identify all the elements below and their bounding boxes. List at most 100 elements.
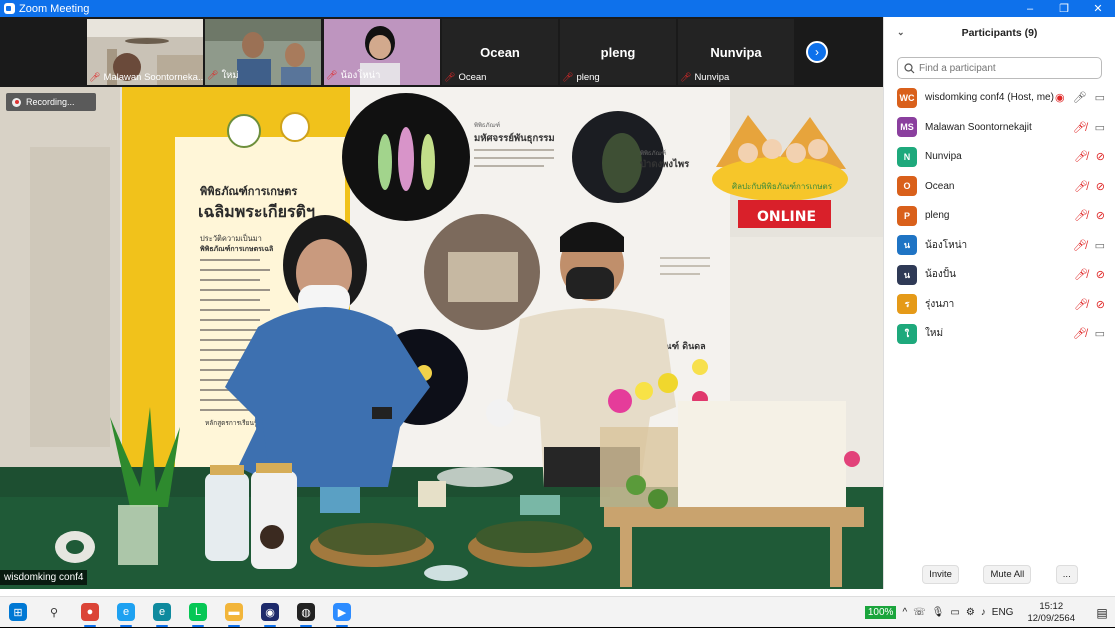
more-button[interactable]: ... bbox=[1055, 564, 1078, 584]
edge-icon[interactable]: e bbox=[144, 597, 180, 628]
camera-off-icon[interactable]: ⊘ bbox=[1096, 298, 1105, 311]
camera-icon[interactable]: ▭ bbox=[1095, 91, 1105, 104]
avatar: WC bbox=[897, 87, 917, 108]
participant-row[interactable]: Ppleng 🎤︎̸ ⊘ bbox=[884, 201, 1115, 231]
camera-off-icon[interactable]: ⊘ bbox=[1096, 268, 1105, 281]
chrome-icon[interactable]: ● bbox=[72, 597, 108, 628]
camera-icon[interactable]: ▭ bbox=[1095, 121, 1105, 134]
avatar: น bbox=[897, 264, 917, 285]
mic-muted-icon[interactable]: 🎤︎̸ bbox=[1074, 150, 1088, 163]
mic-muted-icon[interactable]: 🎤︎̸ bbox=[1073, 239, 1087, 252]
scene-illustration: พิพิธภัณฑ์การเกษตร เฉลิมพระเกียรติฯ ประว… bbox=[0, 87, 883, 589]
avatar: ใ bbox=[897, 323, 917, 344]
notifications-icon[interactable]: ▤ bbox=[1089, 606, 1115, 620]
mute-all-button[interactable]: Mute All bbox=[983, 564, 1032, 584]
language-indicator[interactable]: ENG bbox=[992, 607, 1014, 618]
search-icon[interactable]: ⚲ bbox=[36, 597, 72, 628]
battery-icon[interactable]: ▭ bbox=[950, 607, 959, 618]
next-page-arrow-icon[interactable]: › bbox=[806, 41, 828, 63]
museum-title-2: เฉลิมพระเกียรติฯ bbox=[198, 202, 315, 221]
windows-start-icon[interactable]: ⊞ bbox=[0, 597, 36, 628]
participant-tile[interactable]: 🎤︎ Malawan Soontorneka... bbox=[87, 19, 203, 85]
camera-icon[interactable]: ▭ bbox=[1095, 327, 1105, 340]
mic-off-icon: 🎤︎ bbox=[562, 72, 574, 82]
participant-name: wisdomking conf4 (Host, me) bbox=[925, 92, 1054, 104]
window-title: Zoom Meeting bbox=[19, 2, 90, 15]
participants-title: Participants (9) bbox=[961, 27, 1038, 39]
mic-muted-icon[interactable]: 🎤︎̸ bbox=[1073, 121, 1087, 134]
close-button[interactable]: ✕ bbox=[1081, 2, 1115, 15]
line-glyph: L bbox=[189, 603, 207, 621]
obs-icon[interactable]: ◍ bbox=[288, 597, 324, 628]
avatar: N bbox=[897, 146, 917, 167]
participant-name: รุ่งนภา bbox=[925, 298, 955, 310]
participant-row[interactable]: N Nunvipa 🎤︎̸ ⊘ bbox=[884, 142, 1115, 172]
zoom-icon[interactable]: ▶ bbox=[324, 597, 360, 628]
chrome-glyph: ● bbox=[81, 603, 99, 621]
zoom-logo-icon bbox=[4, 3, 15, 14]
recording-indicator[interactable]: Recording... bbox=[6, 93, 96, 111]
search-icon bbox=[904, 62, 915, 73]
participant-row[interactable]: ใ ใหม่ 🎤︎̸ ▭ bbox=[884, 319, 1115, 349]
museum-title-1: พิพิธภัณฑ์การเกษตร bbox=[200, 185, 297, 198]
file-explorer-glyph: ▬ bbox=[225, 603, 243, 621]
file-explorer-icon[interactable]: ▬ bbox=[216, 597, 252, 628]
participant-row[interactable]: WC wisdomking conf4 (Host, me) ◉ 🎤︎ ▭ bbox=[884, 83, 1115, 113]
mic-muted-icon[interactable]: 🎤︎̸ bbox=[1074, 268, 1088, 281]
participant-status-icons: 🎤︎̸ ⊘ bbox=[1074, 180, 1105, 193]
battery-indicator[interactable]: 100% bbox=[864, 606, 897, 619]
show-hidden-icons-icon[interactable]: ^ bbox=[902, 607, 907, 618]
participant-tile[interactable]: pleng 🎤︎ pleng bbox=[560, 19, 676, 85]
mic-icon[interactable]: 🎤︎ bbox=[1073, 91, 1087, 104]
participant-row[interactable]: น น้องปั้น 🎤︎̸ ⊘ bbox=[884, 260, 1115, 290]
collapse-chevron-icon[interactable]: ⌄ bbox=[897, 27, 905, 38]
clock[interactable]: 15:12 12/09/2564 bbox=[1027, 601, 1075, 625]
camera-icon[interactable]: ▭ bbox=[1095, 239, 1105, 252]
participant-row[interactable]: น น้องโหน่า 🎤︎̸ ▭ bbox=[884, 231, 1115, 261]
tile-display-name: Ocean bbox=[480, 45, 520, 60]
edge-glyph: e bbox=[153, 603, 171, 621]
panel-heading-2b: ป่าดงพงไพร bbox=[640, 158, 690, 170]
zoom-alt-glyph: ◉ bbox=[261, 603, 279, 621]
maximize-button[interactable]: ❐ bbox=[1047, 2, 1081, 15]
participant-tile[interactable]: Nunvipa 🎤︎ Nunvipa bbox=[678, 19, 794, 85]
mic-off-icon: 🎤︎ bbox=[89, 72, 101, 82]
participant-name: Ocean bbox=[925, 180, 955, 192]
mic-muted-icon[interactable]: 🎤︎̸ bbox=[1074, 209, 1088, 222]
mic-muted-icon[interactable]: 🎤︎̸ bbox=[1074, 180, 1088, 193]
participant-tile[interactable]: 🎤︎ น้องโหน่า bbox=[324, 19, 440, 85]
mic-off-icon: 🎤︎ bbox=[444, 72, 456, 82]
volume-icon[interactable]: ♪ bbox=[981, 607, 986, 618]
phone-icon[interactable]: ☏ bbox=[913, 607, 926, 618]
participant-row[interactable]: MS Malawan Soontornekajit 🎤︎̸ ▭ bbox=[884, 113, 1115, 143]
ie-icon[interactable]: e bbox=[108, 597, 144, 628]
participant-tile[interactable]: Ocean 🎤︎ Ocean bbox=[442, 19, 558, 85]
mic-muted-icon[interactable]: 🎤︎̸ bbox=[1074, 298, 1088, 311]
camera-off-icon[interactable]: ⊘ bbox=[1096, 180, 1105, 193]
minimize-button[interactable]: – bbox=[1013, 3, 1047, 15]
microphone-icon[interactable]: 🎙 bbox=[932, 607, 945, 618]
zoom-alt-icon[interactable]: ◉ bbox=[252, 597, 288, 628]
participant-row[interactable]: O Ocean 🎤︎̸ ⊘ bbox=[884, 172, 1115, 202]
network-icon[interactable]: ⚙ bbox=[966, 607, 975, 618]
active-speaker-name: wisdomking conf4 bbox=[0, 570, 88, 585]
mic-muted-icon[interactable]: 🎤︎̸ bbox=[1073, 327, 1087, 340]
participant-row[interactable]: ร รุ่งนภา 🎤︎̸ ⊘ bbox=[884, 290, 1115, 320]
camera-off-icon[interactable]: ⊘ bbox=[1096, 150, 1105, 163]
panel-heading-2: พิพิธภัณฑ์ bbox=[640, 149, 666, 157]
search-glyph: ⚲ bbox=[49, 606, 59, 619]
line-icon[interactable]: L bbox=[180, 597, 216, 628]
panel-heading-1b: มหัศจรรย์พันธุกรรม bbox=[474, 132, 555, 144]
participant-name: ใหม่ bbox=[925, 328, 944, 340]
video-area: 🎤︎ Malawan Soontorneka... 🎤︎ ใหม่ 🎤︎ น้อ… bbox=[0, 17, 883, 589]
participant-search-input[interactable] bbox=[919, 62, 1089, 74]
windows-taskbar: ⊞ ⚲ ● e e L ▬ ◉ ◍ ▶ 100% ^ ☏ 🎙 ▭ ⚙ ♪ ENG 15:12 12… bbox=[0, 596, 1115, 627]
tile-name: Malawan Soontorneka... bbox=[103, 72, 203, 83]
participant-status-icons: 🎤︎̸ ▭ bbox=[1073, 327, 1105, 340]
participant-tile[interactable]: 🎤︎ ใหม่ bbox=[205, 19, 321, 85]
active-speaker-video: พิพิธภัณฑ์การเกษตร เฉลิมพระเกียรติฯ ประว… bbox=[0, 87, 883, 589]
participant-search[interactable] bbox=[897, 57, 1102, 79]
camera-off-icon[interactable]: ⊘ bbox=[1096, 209, 1105, 222]
invite-button[interactable]: Invite bbox=[922, 564, 959, 584]
avatar: P bbox=[897, 205, 917, 226]
